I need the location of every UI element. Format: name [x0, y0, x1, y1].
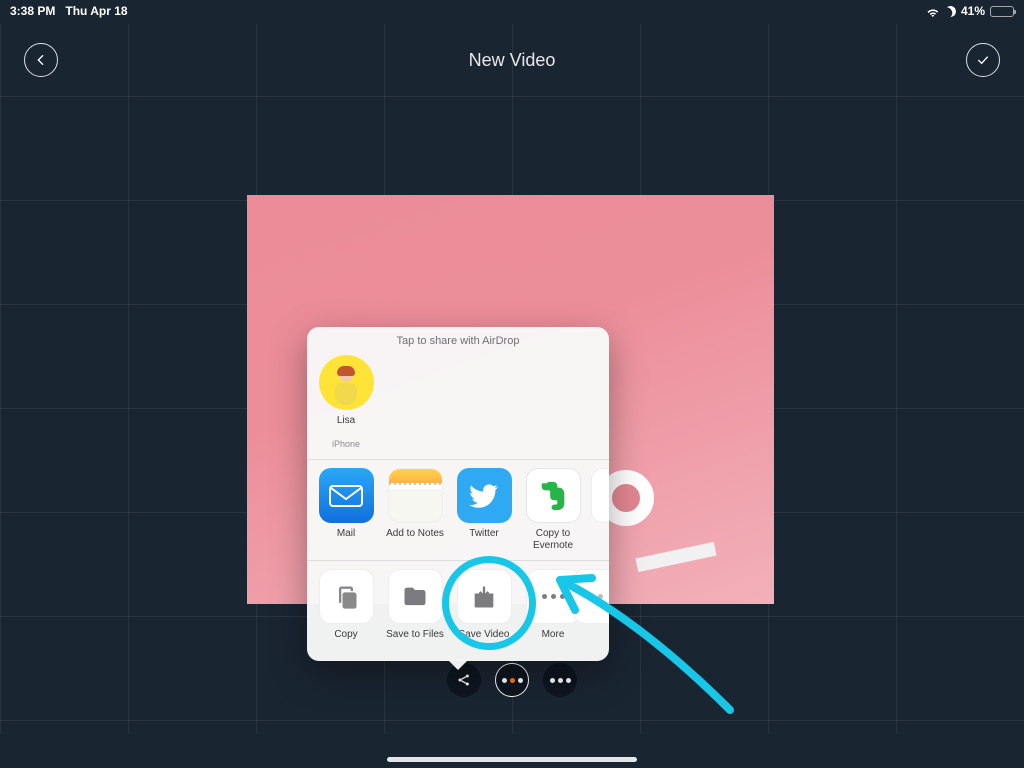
airdrop-device: iPhone [332, 439, 360, 449]
notes-icon [388, 468, 443, 523]
airdrop-hint: Tap to share with AirDrop [307, 327, 609, 353]
airdrop-avatar-icon [319, 355, 374, 410]
share-app-twitter[interactable]: Twitter [453, 468, 515, 550]
evernote-icon [526, 468, 581, 523]
share-app-notes[interactable]: Add to Notes [384, 468, 446, 550]
share-action-overflow[interactable] [591, 569, 609, 651]
airdrop-name: Lisa [337, 415, 355, 437]
share-apps-row[interactable]: Mail Add to Notes Twitter Copy to Everno… [307, 459, 609, 560]
folder-icon [388, 569, 443, 624]
share-action-label: More [542, 629, 565, 651]
mail-icon [319, 468, 374, 523]
done-button[interactable] [966, 43, 1000, 77]
share-actions-row[interactable]: Copy Save to Files Save Video More [307, 560, 609, 661]
save-video-icon [457, 569, 512, 624]
airdrop-contact[interactable]: Lisa iPhone [315, 355, 377, 449]
page-title: New Video [469, 50, 556, 71]
share-action-label: Save Video [459, 629, 510, 651]
share-action-save-video[interactable]: Save Video [453, 569, 515, 651]
status-bar: 3:38 PM Thu Apr 18 41% [0, 0, 1024, 20]
share-action-save-files[interactable]: Save to Files [384, 569, 446, 651]
share-app-label: Mail [337, 528, 355, 550]
share-action-label: Copy [334, 629, 357, 651]
share-action-copy[interactable]: Copy [315, 569, 377, 651]
overflow-action-icon [573, 569, 610, 624]
battery-icon [990, 6, 1014, 17]
share-app-overflow[interactable] [591, 468, 609, 550]
twitter-icon [457, 468, 512, 523]
airdrop-row: Lisa iPhone [307, 353, 609, 459]
canvas-bar-shape [635, 542, 716, 572]
back-button[interactable] [24, 43, 58, 77]
more-button[interactable] [543, 663, 577, 697]
status-date: Thu Apr 18 [65, 4, 127, 18]
app-header: New Video [0, 35, 1024, 85]
style-button[interactable] [495, 663, 529, 697]
status-time: 3:38 PM [10, 4, 55, 18]
share-app-label: Twitter [469, 528, 498, 550]
share-app-evernote[interactable]: Copy to Evernote [522, 468, 584, 550]
share-app-label: Add to Notes [386, 528, 444, 550]
share-app-label: Copy to Evernote [522, 528, 584, 550]
share-sheet: Tap to share with AirDrop Lisa iPhone Ma… [307, 327, 609, 661]
wifi-icon [926, 6, 940, 17]
share-action-label: Save to Files [386, 629, 444, 651]
home-indicator[interactable] [387, 757, 637, 762]
overflow-app-icon [591, 468, 609, 523]
share-app-mail[interactable]: Mail [315, 468, 377, 550]
copy-icon [319, 569, 374, 624]
dnd-moon-icon [943, 4, 957, 18]
battery-percent: 41% [961, 4, 985, 18]
